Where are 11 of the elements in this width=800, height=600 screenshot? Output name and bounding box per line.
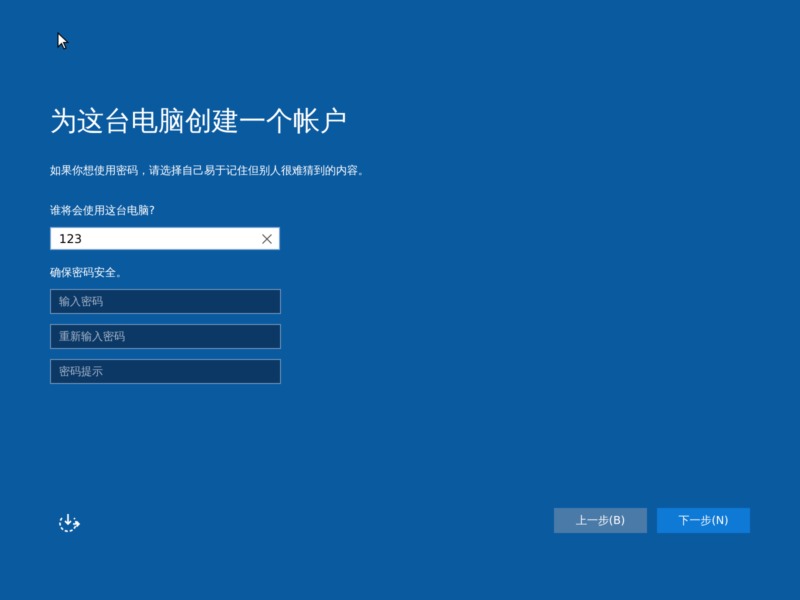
password-field[interactable]: 重新输入密码	[50, 324, 281, 349]
password-field[interactable]: 密码提示	[50, 359, 281, 384]
page-title: 为这台电脑创建一个帐户	[50, 105, 347, 139]
clear-icon[interactable]	[262, 234, 272, 244]
field-label: 谁将会使用这台电脑?	[50, 204, 155, 218]
mouse-pointer-icon	[57, 32, 69, 50]
username-field[interactable]: 123	[50, 227, 280, 250]
password-field[interactable]: 输入密码	[50, 289, 281, 314]
field-label: 确保密码安全。	[50, 266, 127, 280]
next-button[interactable]: 下一步(N)	[657, 508, 750, 532]
instruction-text: 如果你想使用密码，请选择自己易于记住但别人很难猜到的内容。	[50, 164, 369, 178]
